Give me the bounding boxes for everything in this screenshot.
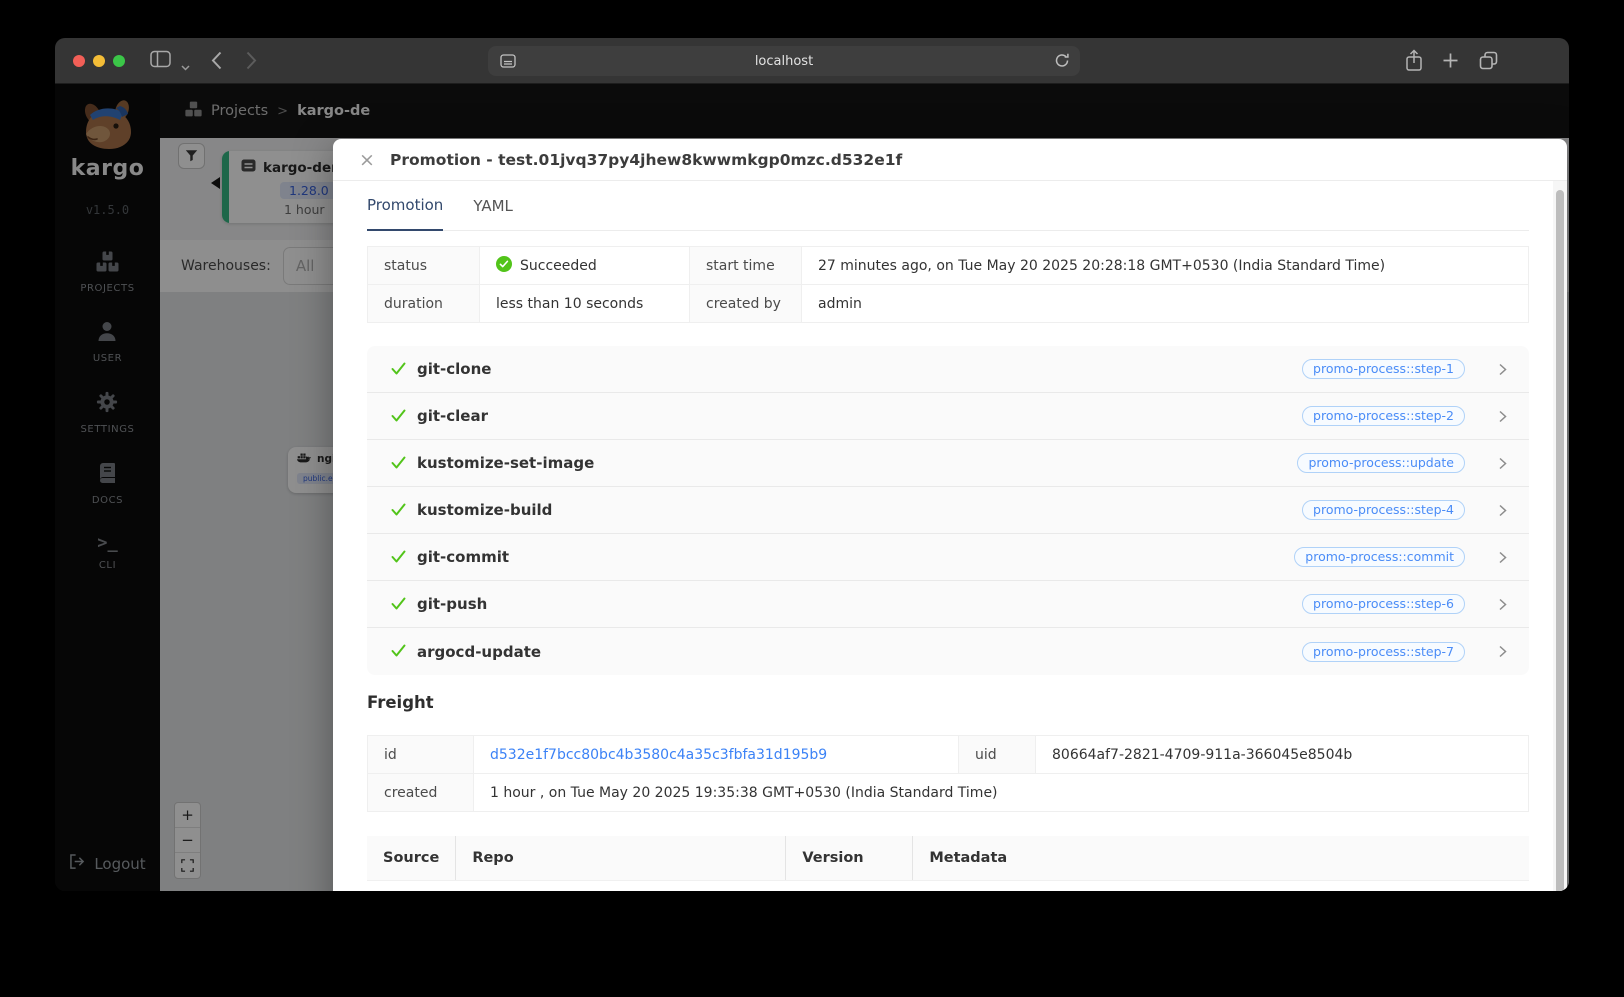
status-value: Succeeded [479, 246, 690, 285]
table-row: status Succeeded start time 27 minutes a… [367, 246, 1529, 285]
freight-info-table: id d532e1f7bcc80bc4b3580c4a35c3fbfa31d19… [367, 735, 1529, 812]
step-check-icon [391, 642, 406, 661]
chevron-down-icon[interactable] [181, 56, 190, 75]
reload-icon[interactable] [1054, 52, 1071, 73]
chevron-right-icon[interactable] [1499, 363, 1507, 376]
modal-body: Promotion YAML status Succeeded start ti… [333, 181, 1567, 891]
duration-value: less than 10 seconds [479, 284, 690, 323]
minimize-window-button[interactable] [93, 55, 105, 67]
browser-toolbar: localhost [55, 38, 1569, 84]
step-check-icon [391, 548, 406, 567]
freight-id-label: id [367, 735, 474, 774]
modal-title: Promotion - test.01jvq37py4jhew8kwwmkgp0… [390, 150, 903, 169]
artifact-metadata: - [913, 880, 1529, 891]
step-alias-badge: promo-process::update [1297, 453, 1465, 473]
address-bar[interactable]: localhost [488, 46, 1080, 76]
new-tab-icon[interactable] [1442, 52, 1459, 73]
freight-created-label: created [367, 773, 474, 812]
freight-uid-value: 80664af7-2821-4709-911a-366045e8504b [1035, 735, 1529, 774]
step-alias-badge: promo-process::step-7 [1302, 641, 1465, 662]
success-check-circle-icon [496, 255, 512, 276]
step-alias-badge: promo-process::step-4 [1302, 500, 1465, 520]
column-header-repo: Repo [455, 836, 786, 881]
zoom-window-button[interactable] [113, 55, 125, 67]
chevron-right-icon[interactable] [1499, 551, 1507, 564]
freight-id-value: d532e1f7bcc80bc4b3580c4a35c3fbfa31d195b9 [473, 735, 959, 774]
step-row-git-push[interactable]: git-push promo-process::step-6 [367, 581, 1529, 628]
modal-header: × Promotion - test.01jvq37py4jhew8kwwmkg… [333, 139, 1567, 181]
step-check-icon [391, 407, 406, 426]
step-alias-badge: promo-process::step-2 [1302, 406, 1465, 426]
chevron-right-icon[interactable] [1499, 598, 1507, 611]
step-name: kustomize-build [417, 501, 553, 519]
step-check-icon [391, 360, 406, 379]
promotion-steps-list: git-clone promo-process::step-1 git-clea… [367, 346, 1529, 675]
step-row-kustomize-set-image[interactable]: kustomize-set-image promo-process::updat… [367, 440, 1529, 487]
promotion-info-table: status Succeeded start time 27 minutes a… [367, 246, 1529, 323]
step-name: argocd-update [417, 642, 542, 661]
table-header-row: Source Repo Version Metadata [367, 836, 1529, 881]
artifact-source-cell [367, 880, 456, 891]
step-check-icon [391, 454, 406, 473]
column-header-version: Version [785, 836, 913, 881]
freight-uid-label: uid [958, 735, 1036, 774]
back-icon[interactable] [211, 51, 222, 74]
created-by-value: admin [801, 284, 1529, 323]
tab-promotion[interactable]: Promotion [367, 181, 444, 231]
start-time-label: start time [689, 246, 802, 285]
column-header-metadata: Metadata [912, 836, 1529, 881]
forward-icon[interactable] [246, 51, 257, 74]
chevron-right-icon[interactable] [1499, 410, 1507, 423]
step-row-git-clear[interactable]: git-clear promo-process::step-2 [367, 393, 1529, 440]
step-name: git-commit [417, 548, 510, 566]
table-row: duration less than 10 seconds created by… [367, 284, 1529, 323]
browser-window: localhost kargo v1.5.0 PROJECTS USER SET… [55, 38, 1569, 891]
column-header-source: Source [367, 836, 456, 881]
freight-created-value: 1 hour , on Tue May 20 2025 19:35:38 GMT… [473, 773, 1529, 812]
app-viewport: kargo v1.5.0 PROJECTS USER SETTINGS DOCS… [55, 84, 1569, 891]
step-name: kustomize-set-image [417, 454, 595, 472]
modal-tabs: Promotion YAML [367, 181, 1529, 231]
tab-yaml[interactable]: YAML [473, 181, 513, 230]
tab-overview-icon[interactable] [1478, 50, 1499, 75]
step-name: git-clear [417, 407, 489, 425]
start-time-value: 27 minutes ago, on Tue May 20 2025 20:28… [801, 246, 1529, 285]
duration-label: duration [367, 284, 480, 323]
address-url: localhost [754, 53, 814, 69]
step-alias-badge: promo-process::step-6 [1302, 594, 1465, 614]
freight-id-link[interactable]: d532e1f7bcc80bc4b3580c4a35c3fbfa31d195b9 [490, 747, 827, 763]
freight-artifacts-table: Source Repo Version Metadata [367, 836, 1529, 891]
chevron-right-icon[interactable] [1499, 504, 1507, 517]
step-name: git-clone [417, 360, 492, 378]
artifact-version: 1.28.0 [786, 880, 913, 891]
screenshot-stage: localhost kargo v1.5.0 PROJECTS USER SET… [0, 0, 1624, 997]
sidebar-toggle-icon[interactable] [150, 50, 171, 72]
step-name: git-push [417, 595, 488, 613]
table-row: created 1 hour , on Tue May 20 2025 19:3… [367, 773, 1529, 812]
step-row-argocd-update[interactable]: argocd-update promo-process::step-7 [367, 628, 1529, 675]
step-check-icon [391, 501, 406, 520]
share-icon[interactable] [1405, 49, 1423, 76]
close-icon[interactable]: × [355, 149, 379, 171]
close-window-button[interactable] [73, 55, 85, 67]
step-row-git-clone[interactable]: git-clone promo-process::step-1 [367, 346, 1529, 393]
page-settings-icon[interactable] [499, 52, 517, 74]
table-row: public.ecr.aws/nginx/nginx 1.28.0 - [367, 880, 1529, 891]
freight-heading: Freight [367, 693, 434, 712]
status-label: status [367, 246, 480, 285]
modal-scrollbar-thumb[interactable] [1556, 190, 1564, 891]
created-by-label: created by [689, 284, 802, 323]
modal-scrollbar-track[interactable] [1553, 181, 1567, 891]
chevron-right-icon[interactable] [1499, 645, 1507, 658]
step-row-kustomize-build[interactable]: kustomize-build promo-process::step-4 [367, 487, 1529, 534]
step-row-git-commit[interactable]: git-commit promo-process::commit [367, 534, 1529, 581]
chevron-right-icon[interactable] [1499, 457, 1507, 470]
artifact-repo: public.ecr.aws/nginx/nginx [456, 880, 786, 891]
step-check-icon [391, 595, 406, 614]
step-alias-badge: promo-process::commit [1294, 547, 1465, 567]
table-row: id d532e1f7bcc80bc4b3580c4a35c3fbfa31d19… [367, 735, 1529, 774]
promotion-modal: × Promotion - test.01jvq37py4jhew8kwwmkg… [333, 139, 1567, 891]
step-alias-badge: promo-process::step-1 [1302, 359, 1465, 379]
